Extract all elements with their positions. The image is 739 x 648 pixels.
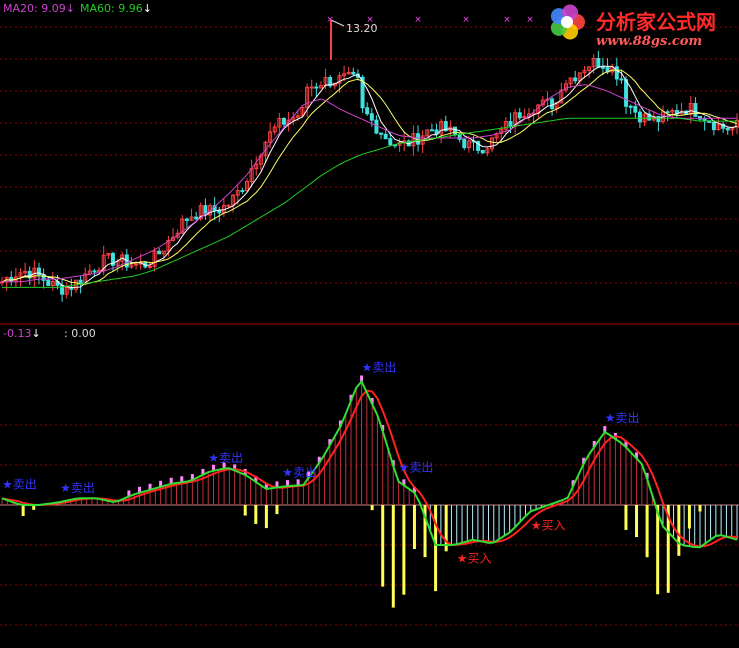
ma20-line[interactable] bbox=[2, 84, 737, 283]
logo-center bbox=[561, 16, 573, 28]
indicator-value: -0.13 bbox=[3, 327, 32, 340]
flower-logo-icon bbox=[550, 4, 585, 40]
sell-signal[interactable]: ★卖出 bbox=[605, 411, 640, 425]
top-marker-icon: × bbox=[414, 15, 422, 25]
candle-body[interactable] bbox=[147, 265, 152, 268]
candle-body[interactable] bbox=[78, 279, 83, 285]
ma20-label: MA20: 9.09↓ bbox=[3, 2, 75, 15]
momentum-bar[interactable] bbox=[391, 505, 395, 608]
momentum-bar[interactable] bbox=[275, 505, 279, 515]
top-marker-icon: × bbox=[503, 15, 511, 25]
candle-body[interactable] bbox=[226, 204, 231, 207]
indicator-value-left: -0.13↓ bbox=[3, 327, 41, 340]
top-marker-icon: × bbox=[326, 15, 334, 25]
candle-body[interactable] bbox=[665, 111, 670, 114]
momentum-bar[interactable] bbox=[402, 505, 406, 595]
candle-body[interactable] bbox=[725, 127, 730, 131]
high-price-label: 13.20 bbox=[346, 22, 378, 35]
candle-body[interactable] bbox=[184, 218, 189, 221]
candle-body[interactable] bbox=[369, 113, 374, 121]
momentum-bar[interactable] bbox=[656, 505, 660, 595]
top-marker-icon: × bbox=[526, 15, 534, 25]
sell-signal[interactable]: ★卖出 bbox=[362, 360, 397, 374]
sell-signal[interactable]: ★卖出 bbox=[208, 451, 243, 465]
candle-body[interactable] bbox=[600, 66, 605, 69]
momentum-bar[interactable] bbox=[624, 505, 628, 530]
sell-signal[interactable]: ★卖出 bbox=[399, 461, 434, 475]
buy-signal[interactable]: ★买入 bbox=[457, 551, 492, 565]
candle-body[interactable] bbox=[614, 66, 619, 80]
sell-signal[interactable]: ★卖出 bbox=[60, 481, 95, 495]
candle-body[interactable] bbox=[92, 270, 97, 273]
buy-signal[interactable]: ★买入 bbox=[531, 518, 566, 532]
macd-panel[interactable]: ★卖出 ★卖出 ★卖出 ★卖出 ★卖出 ★卖出 ★卖出 ★买入 ★买入 bbox=[0, 360, 739, 608]
momentum-bar[interactable] bbox=[687, 505, 691, 529]
indicator-arrow-icon: ↓ bbox=[31, 327, 41, 340]
candle-body[interactable] bbox=[596, 58, 601, 68]
candle-body[interactable] bbox=[314, 86, 319, 89]
momentum-bar[interactable] bbox=[635, 505, 639, 538]
logo-url: www.88gs.com bbox=[596, 34, 703, 49]
ma20-value: MA20: 9.09 bbox=[3, 2, 66, 15]
ma20-arrow-icon: ↓ bbox=[65, 2, 75, 15]
momentum-bar[interactable] bbox=[677, 505, 681, 556]
sell-signal[interactable]: ★卖出 bbox=[282, 466, 317, 480]
sell-signal[interactable]: ★卖出 bbox=[2, 477, 37, 491]
momentum-bar[interactable] bbox=[434, 505, 438, 592]
momentum-bar[interactable] bbox=[21, 505, 25, 516]
top-marker-icon: × bbox=[462, 15, 470, 25]
momentum-bar[interactable] bbox=[264, 505, 268, 529]
candle-body[interactable] bbox=[628, 105, 633, 108]
candle-body[interactable] bbox=[383, 133, 388, 140]
momentum-bar[interactable] bbox=[412, 505, 416, 550]
candle-body[interactable] bbox=[365, 107, 370, 115]
logo-title: 分析家公式网 bbox=[596, 10, 716, 34]
candle-body[interactable] bbox=[508, 121, 513, 127]
grid-lines bbox=[0, 26, 739, 626]
candle-body[interactable] bbox=[619, 78, 624, 81]
momentum-bar[interactable] bbox=[243, 505, 247, 516]
candle-body[interactable] bbox=[517, 112, 522, 119]
candle-body[interactable] bbox=[637, 111, 642, 123]
candle-body[interactable] bbox=[281, 117, 286, 125]
candle-body[interactable] bbox=[388, 138, 393, 146]
candle-body[interactable] bbox=[429, 129, 434, 132]
candle-body[interactable] bbox=[217, 210, 222, 214]
candle-body[interactable] bbox=[240, 190, 245, 193]
candle-body[interactable] bbox=[194, 216, 199, 220]
momentum-bar[interactable] bbox=[254, 505, 258, 524]
candle-body[interactable] bbox=[624, 79, 629, 107]
candle-body[interactable] bbox=[702, 118, 707, 122]
price-panel[interactable]: ××××××× bbox=[0, 15, 739, 302]
ma60-value: MA60: 9.96 bbox=[80, 2, 143, 15]
candle-body[interactable] bbox=[480, 149, 485, 154]
candle-body[interactable] bbox=[550, 98, 555, 110]
indicator-value-right: : 0.00 bbox=[64, 327, 96, 340]
candle-body[interactable] bbox=[379, 132, 384, 135]
momentum-bar[interactable] bbox=[645, 505, 649, 558]
candle-body[interactable] bbox=[453, 126, 458, 135]
candle-body[interactable] bbox=[157, 250, 162, 255]
stock-chart: ××××××× ★卖出★卖出★卖出★卖出★卖出★卖出★卖出★买入★买入 bbox=[0, 4, 739, 626]
ma60-label: MA60: 9.96↓ bbox=[80, 2, 152, 15]
candle-body[interactable] bbox=[462, 138, 467, 149]
candle-body[interactable] bbox=[134, 263, 139, 266]
candle-body[interactable] bbox=[573, 77, 578, 82]
momentum-bar[interactable] bbox=[698, 505, 702, 512]
candle-body[interactable] bbox=[309, 86, 314, 89]
candle-body[interactable] bbox=[416, 133, 421, 145]
candle-body[interactable] bbox=[351, 71, 356, 75]
momentum-bar[interactable] bbox=[370, 505, 374, 511]
ma60-arrow-icon: ↓ bbox=[142, 2, 152, 15]
momentum-bar[interactable] bbox=[381, 505, 385, 587]
candle-body[interactable] bbox=[46, 279, 51, 286]
candle-body[interactable] bbox=[693, 103, 698, 117]
candle-body[interactable] bbox=[633, 105, 638, 113]
candle-body[interactable] bbox=[711, 121, 716, 131]
